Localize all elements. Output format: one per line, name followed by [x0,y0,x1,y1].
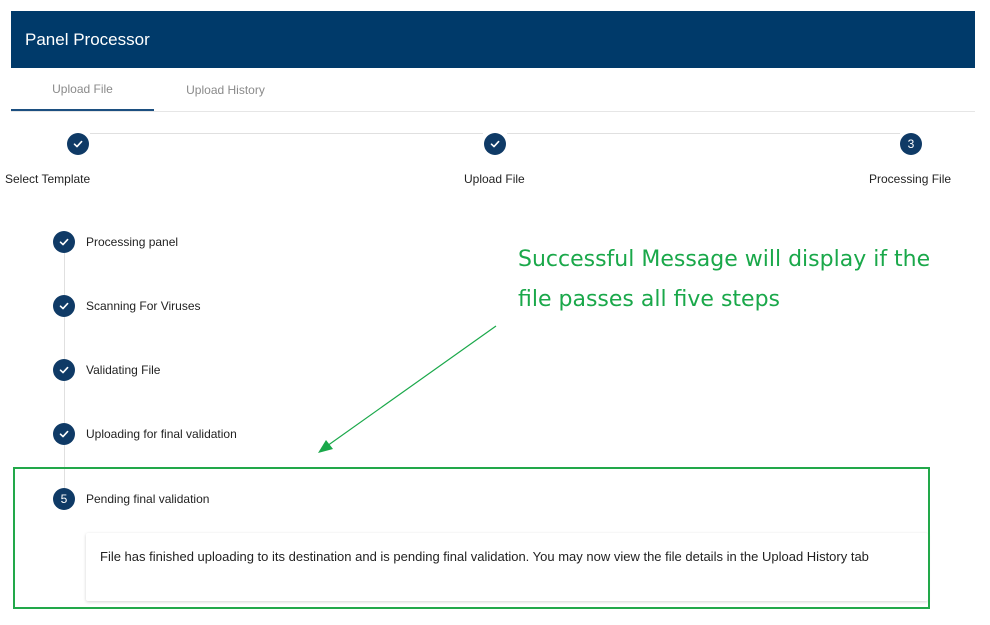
step-connector [64,381,65,423]
tab-bar: Upload File Upload History [11,68,975,112]
step-complete-icon [53,423,75,445]
app-header: Panel Processor [11,11,975,68]
step-complete-icon [53,359,75,381]
step-connector [64,317,65,359]
step-label: Processing panel [86,235,179,249]
horizontal-stepper: Select Template Upload File 3 Processing… [0,120,964,186]
tab-upload-file[interactable]: Upload File [11,68,154,111]
stepper-connector [90,133,483,134]
annotation-highlight-box [13,467,930,609]
step-complete-icon [53,231,75,253]
tab-label: Upload History [186,82,265,97]
step-label: Processing File [869,172,952,186]
stepper-connector [507,133,900,134]
step-complete-icon [53,295,75,317]
step-label: Upload File [464,172,525,186]
step-complete-icon [67,133,89,155]
step-label: Uploading for final validation [86,427,237,441]
step-label: Select Template [5,172,91,186]
step-label: Scanning For Viruses [86,299,201,313]
step-label: Validating File [86,363,161,377]
app-title: Panel Processor [25,29,150,49]
tab-upload-history[interactable]: Upload History [154,68,297,111]
annotation-callout: Successful Message will display if the f… [518,247,931,312]
step-number-badge: 3 [900,133,922,155]
step-connector [64,253,65,295]
tab-label: Upload File [52,81,113,96]
step-complete-icon [484,133,506,155]
